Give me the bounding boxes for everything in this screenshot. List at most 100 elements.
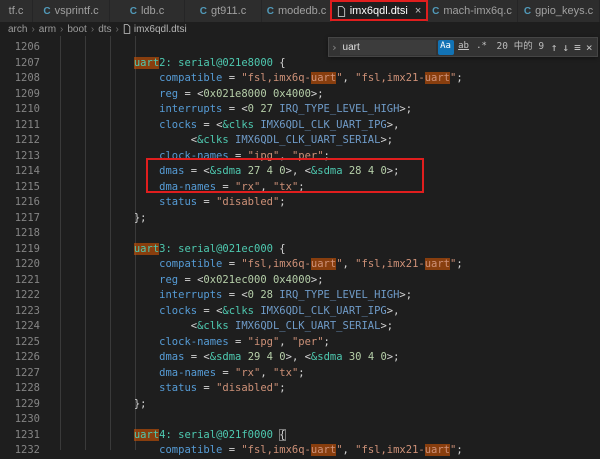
close-icon[interactable]: × [415, 6, 421, 17]
code-line-1219[interactable]: 1219 uart3: serial@021ec000 { [0, 242, 600, 258]
line-number: 1210 [0, 102, 58, 118]
code-line-1214[interactable]: 1214 dmas = <&sdma 27 4 0>, <&sdma 28 4 … [0, 164, 600, 180]
line-number: 1220 [0, 257, 58, 273]
search-match-highlight: uart [311, 258, 336, 270]
tab-mach-imx6q.c[interactable]: Cmach-imx6q.c [427, 0, 518, 22]
code-line-1218[interactable]: 1218 [0, 226, 600, 242]
breadcrumb-file[interactable]: imx6qdl.dtsi [123, 24, 187, 35]
code-line-1228[interactable]: 1228 status = "disabled"; [0, 381, 600, 397]
code-line-1207[interactable]: 1207 uart2: serial@021e8000 { [0, 56, 600, 72]
code-line-1208[interactable]: 1208 compatible = "fsl,imx6q-uart", "fsl… [0, 71, 600, 87]
code-line-1227[interactable]: 1227 dma-names = "rx", "tx"; [0, 366, 600, 382]
code-text: status = "disabled"; [58, 195, 286, 211]
line-number: 1221 [0, 273, 58, 289]
line-number: 1223 [0, 304, 58, 320]
code-line-1216[interactable]: 1216 status = "disabled"; [0, 195, 600, 211]
tab-gt911.c[interactable]: Cgt911.c [185, 0, 262, 22]
c-file-icon: C [524, 6, 531, 17]
line-number: 1222 [0, 288, 58, 304]
search-match-highlight: uart [134, 243, 159, 255]
code-text: uart3: serial@021ec000 { [58, 242, 286, 258]
code-line-1222[interactable]: 1222 interrupts = <0 28 IRQ_TYPE_LEVEL_H… [0, 288, 600, 304]
code-line-1223[interactable]: 1223 clocks = <&clks IMX6QDL_CLK_UART_IP… [0, 304, 600, 320]
line-number: 1217 [0, 211, 58, 227]
tab-ldb.c[interactable]: Cldb.c [110, 0, 185, 22]
next-match-icon[interactable]: ↓ [560, 42, 572, 53]
code-text: <&clks IMX6QDL_CLK_UART_SERIAL>; [58, 319, 393, 335]
code-line-1210[interactable]: 1210 interrupts = <0 27 IRQ_TYPE_LEVEL_H… [0, 102, 600, 118]
close-find-icon[interactable]: × [583, 42, 595, 53]
line-number: 1214 [0, 164, 58, 180]
tab-label: imx6qdl.dtsi [350, 5, 408, 17]
code-line-1226[interactable]: 1226 dmas = <&sdma 29 4 0>, <&sdma 30 4 … [0, 350, 600, 366]
c-file-icon: C [432, 6, 439, 17]
code-text: status = "disabled"; [58, 381, 286, 397]
search-match-highlight: uart [425, 258, 450, 270]
code-line-1220[interactable]: 1220 compatible = "fsl,imx6q-uart", "fsl… [0, 257, 600, 273]
file-icon [337, 6, 346, 17]
tab-vsprintf.c[interactable]: Cvsprintf.c [33, 0, 110, 22]
editor[interactable]: › Aa ab .* 20 中的 9 ↑ ↓ ≡ × 12061207 uart… [0, 36, 600, 450]
find-input[interactable] [340, 40, 436, 55]
code-line-1212[interactable]: 1212 <&clks IMX6QDL_CLK_UART_SERIAL>; [0, 133, 600, 149]
code-text: clock-names = "ipg", "per"; [58, 335, 330, 351]
find-widget: › Aa ab .* 20 中的 9 ↑ ↓ ≡ × [328, 37, 598, 57]
breadcrumb-item-dts[interactable]: dts [98, 24, 111, 35]
match-case-button[interactable]: Aa [438, 40, 454, 55]
search-match-highlight: uart [425, 72, 450, 84]
line-number: 1211 [0, 118, 58, 134]
line-number: 1213 [0, 149, 58, 165]
code-text: dma-names = "rx", "tx"; [58, 366, 305, 382]
breadcrumb-item-arm[interactable]: arm [39, 24, 56, 35]
code-line-1213[interactable]: 1213 clock-names = "ipg", "per"; [0, 149, 600, 165]
breadcrumb-item-arch[interactable]: arch [8, 24, 27, 35]
tab-label: gt911.c [211, 5, 246, 17]
code-line-1215[interactable]: 1215 dma-names = "rx", "tx"; [0, 180, 600, 196]
file-icon [123, 24, 131, 34]
tab-tf.c[interactable]: tf.c [0, 0, 33, 22]
code-line-1232[interactable]: 1232 compatible = "fsl,imx6q-uart", "fsl… [0, 443, 600, 459]
tab-modedb.c[interactable]: Cmodedb.c [262, 0, 332, 22]
c-file-icon: C [43, 6, 50, 17]
search-match-highlight: uart [134, 57, 159, 69]
previous-match-icon[interactable]: ↑ [548, 42, 560, 53]
line-number: 1209 [0, 87, 58, 103]
breadcrumb-separator: › [116, 24, 119, 35]
code-line-1230[interactable]: 1230 [0, 412, 600, 428]
code-text: clocks = <&clks IMX6QDL_CLK_UART_IPG>, [58, 118, 399, 134]
line-number: 1216 [0, 195, 58, 211]
whole-word-button[interactable]: ab [456, 40, 472, 55]
code-text: interrupts = <0 28 IRQ_TYPE_LEVEL_HIGH>; [58, 288, 412, 304]
tab-gpio_keys.c[interactable]: Cgpio_keys.c [518, 0, 600, 22]
code-text: reg = <0x021e8000 0x4000>; [58, 87, 324, 103]
code-line-1211[interactable]: 1211 clocks = <&clks IMX6QDL_CLK_UART_IP… [0, 118, 600, 134]
code-line-1221[interactable]: 1221 reg = <0x021ec000 0x4000>; [0, 273, 600, 289]
code-text: compatible = "fsl,imx6q-uart", "fsl,imx2… [58, 443, 463, 459]
code-text: reg = <0x021ec000 0x4000>; [58, 273, 324, 289]
tab-label: gpio_keys.c [535, 5, 593, 17]
line-number: 1232 [0, 443, 58, 459]
code-text: }; [58, 211, 147, 227]
tab-label: tf.c [9, 5, 24, 17]
code-line-1217[interactable]: 1217 }; [0, 211, 600, 227]
code-line-1225[interactable]: 1225 clock-names = "ipg", "per"; [0, 335, 600, 351]
code-text: dmas = <&sdma 29 4 0>, <&sdma 30 4 0>; [58, 350, 399, 366]
regex-button[interactable]: .* [474, 40, 490, 55]
find-in-selection-icon[interactable]: ≡ [572, 42, 584, 53]
code-line-1229[interactable]: 1229 }; [0, 397, 600, 413]
code-text: dmas = <&sdma 27 4 0>, <&sdma 28 4 0>; [58, 164, 399, 180]
tab-imx6qdl.dtsi[interactable]: imx6qdl.dtsi × [332, 0, 427, 22]
code-line-1209[interactable]: 1209 reg = <0x021e8000 0x4000>; [0, 87, 600, 103]
tab-label: modedb.c [278, 5, 326, 17]
breadcrumb-file-label: imx6qdl.dtsi [134, 24, 187, 35]
breadcrumb-separator: › [91, 24, 94, 35]
breadcrumb-item-boot[interactable]: boot [67, 24, 86, 35]
code-area[interactable]: 12061207 uart2: serial@021e8000 {1208 co… [0, 36, 600, 459]
code-line-1224[interactable]: 1224 <&clks IMX6QDL_CLK_UART_SERIAL>; [0, 319, 600, 335]
code-text: compatible = "fsl,imx6q-uart", "fsl,imx2… [58, 257, 463, 273]
line-number: 1212 [0, 133, 58, 149]
toggle-replace-icon[interactable]: › [331, 42, 339, 53]
code-line-1231[interactable]: 1231 uart4: serial@021f0000 { [0, 428, 600, 444]
code-text: uart4: serial@021f0000 { [58, 428, 286, 444]
line-number: 1230 [0, 412, 58, 428]
